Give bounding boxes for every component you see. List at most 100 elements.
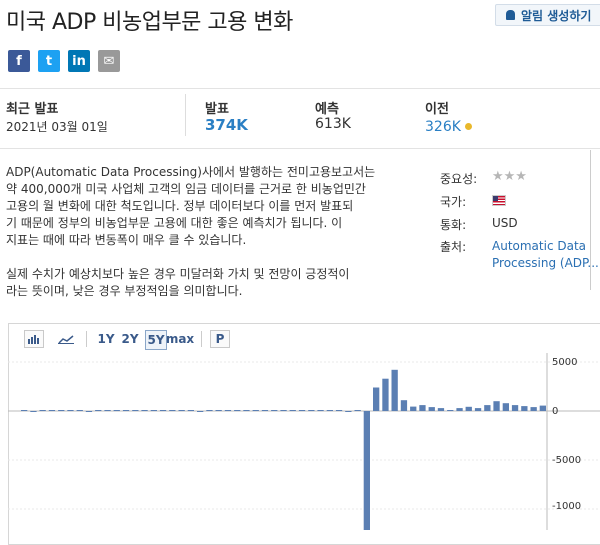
chart-bar [474, 408, 482, 411]
y-tick-label: 0 [552, 406, 559, 417]
chart-bar [502, 403, 509, 411]
create-alert-label: 알림 생성하기 [521, 8, 592, 23]
chart-bar [391, 369, 398, 411]
chart-bar [419, 405, 426, 411]
chart-bar [76, 410, 83, 411]
chart-bar [511, 405, 519, 411]
chart-bar [243, 410, 250, 411]
chart-bar [234, 410, 241, 411]
chart-bar [224, 410, 232, 411]
chart-bar [39, 410, 46, 411]
country-label: 국가: [440, 195, 467, 209]
bar-chart-type-button[interactable] [24, 330, 44, 348]
importance-stars-icon: ★★★ [492, 169, 527, 184]
area-chart-type-button[interactable] [56, 330, 76, 348]
y-tick-label: -1000 [552, 501, 582, 512]
chart-bar [363, 411, 370, 530]
chart-bar [373, 387, 380, 411]
latest-release-label: 최근 발표 [6, 102, 59, 117]
divider [0, 88, 600, 89]
y-tick-label: -5000 [552, 455, 582, 466]
chart-bar [447, 410, 454, 411]
chart-bar [104, 410, 111, 411]
source-link-line: Processing (ADP... [492, 256, 599, 270]
currency-value: USD [492, 216, 518, 230]
range-max-button[interactable]: max [166, 330, 194, 348]
chart-bar [122, 410, 130, 411]
scroll-divider [590, 150, 591, 290]
chart-bar [400, 400, 408, 411]
chart-bar [187, 410, 194, 411]
chart-bar [539, 405, 546, 411]
chart-bar [326, 410, 333, 411]
adp-bar-chart [8, 353, 600, 530]
description-line: ADP(Automatic Data Processing)사에서 발행하는 전… [6, 165, 376, 179]
chart-bar [215, 410, 222, 411]
description-line: 고용의 월 변화에 대한 척도입니다. 정부 데이터보다 이를 먼저 발표되 [6, 199, 354, 213]
email-icon: ✉ [103, 53, 115, 69]
chart-bar [530, 407, 537, 411]
chart-bar [30, 411, 37, 412]
chart-bar [150, 410, 157, 411]
previous-label: 이전 [425, 102, 449, 117]
facebook-share-button[interactable]: f [8, 50, 30, 72]
chart-bar [95, 410, 102, 411]
chart-bar [113, 410, 120, 411]
bar-chart-icon [28, 335, 39, 344]
chart-bar [465, 406, 472, 411]
chart-bar [21, 410, 28, 411]
page-title: 미국 ADP 비농업부문 고용 변화 [6, 10, 293, 35]
description-line: 기 때문에 정부의 비농업부문 고용에 대한 좋은 예측치가 됩니다. 이 [6, 216, 343, 230]
source-link-line: Automatic Data [492, 239, 587, 253]
chart-bar [252, 410, 259, 411]
description-line: 지표는 때에 따라 변동폭이 매우 클 수 있습니다. [6, 233, 247, 247]
chart-bar [382, 378, 389, 411]
us-flag-icon [492, 195, 506, 206]
chart-bar [521, 406, 528, 411]
p-button[interactable]: P [210, 330, 230, 348]
linkedin-share-button[interactable]: in [68, 50, 90, 72]
chart-bar [456, 408, 463, 411]
chart-bar [317, 410, 324, 411]
divider [0, 148, 600, 149]
chart-bar [169, 410, 176, 411]
chart-bar [141, 410, 148, 411]
description-line: 약 400,000개 미국 사업체 고객의 임금 데이터를 근거로 한 비농업민… [6, 182, 366, 196]
chart-bar [280, 410, 287, 411]
bell-icon [506, 10, 515, 20]
chart-bar [132, 410, 139, 411]
linkedin-icon: in [72, 53, 86, 69]
chart-bar [308, 410, 315, 411]
chart-bar [261, 410, 269, 411]
chart-bar [289, 410, 296, 411]
range-1y-button[interactable]: 1Y [96, 330, 116, 348]
actual-value: 374K [205, 116, 248, 134]
description-line: 실제 수치가 예상치보다 높은 경우 미달러화 가치 및 전망이 긍정적이 [6, 267, 350, 281]
facebook-icon: f [16, 53, 22, 69]
chart-bar [58, 410, 65, 411]
range-5y-button[interactable]: 5Y [145, 330, 167, 350]
importance-label: 중요성: [440, 172, 478, 186]
create-alert-button[interactable]: 알림 생성하기 [495, 4, 600, 26]
toolbar-separator [86, 331, 87, 347]
description-line: 라는 뜻이며, 낮은 경우 부정적임을 의미합니다. [6, 284, 243, 298]
chart-bar [159, 410, 167, 411]
chart-bar [85, 411, 93, 412]
chart-bar [206, 410, 213, 411]
chart-bar [48, 410, 56, 411]
latest-release-date: 2021년 03월 01일 [6, 120, 108, 134]
toolbar-separator [201, 331, 202, 347]
revision-dot-icon [464, 123, 472, 130]
previous-value-group: 326K [425, 116, 472, 135]
divider [185, 94, 186, 136]
forecast-value: 613K [315, 116, 351, 132]
source-link[interactable]: Automatic Data Processing (ADP... [492, 238, 599, 272]
range-2y-button[interactable]: 2Y [120, 330, 140, 348]
email-share-button[interactable]: ✉ [98, 50, 120, 72]
description: ADP(Automatic Data Processing)사에서 발행하는 전… [6, 164, 406, 300]
twitter-share-button[interactable]: t [38, 50, 60, 72]
chart-bar [197, 411, 204, 412]
y-tick-label: 5000 [552, 357, 578, 368]
twitter-icon: t [45, 53, 53, 69]
actual-label: 발표 [205, 102, 229, 117]
